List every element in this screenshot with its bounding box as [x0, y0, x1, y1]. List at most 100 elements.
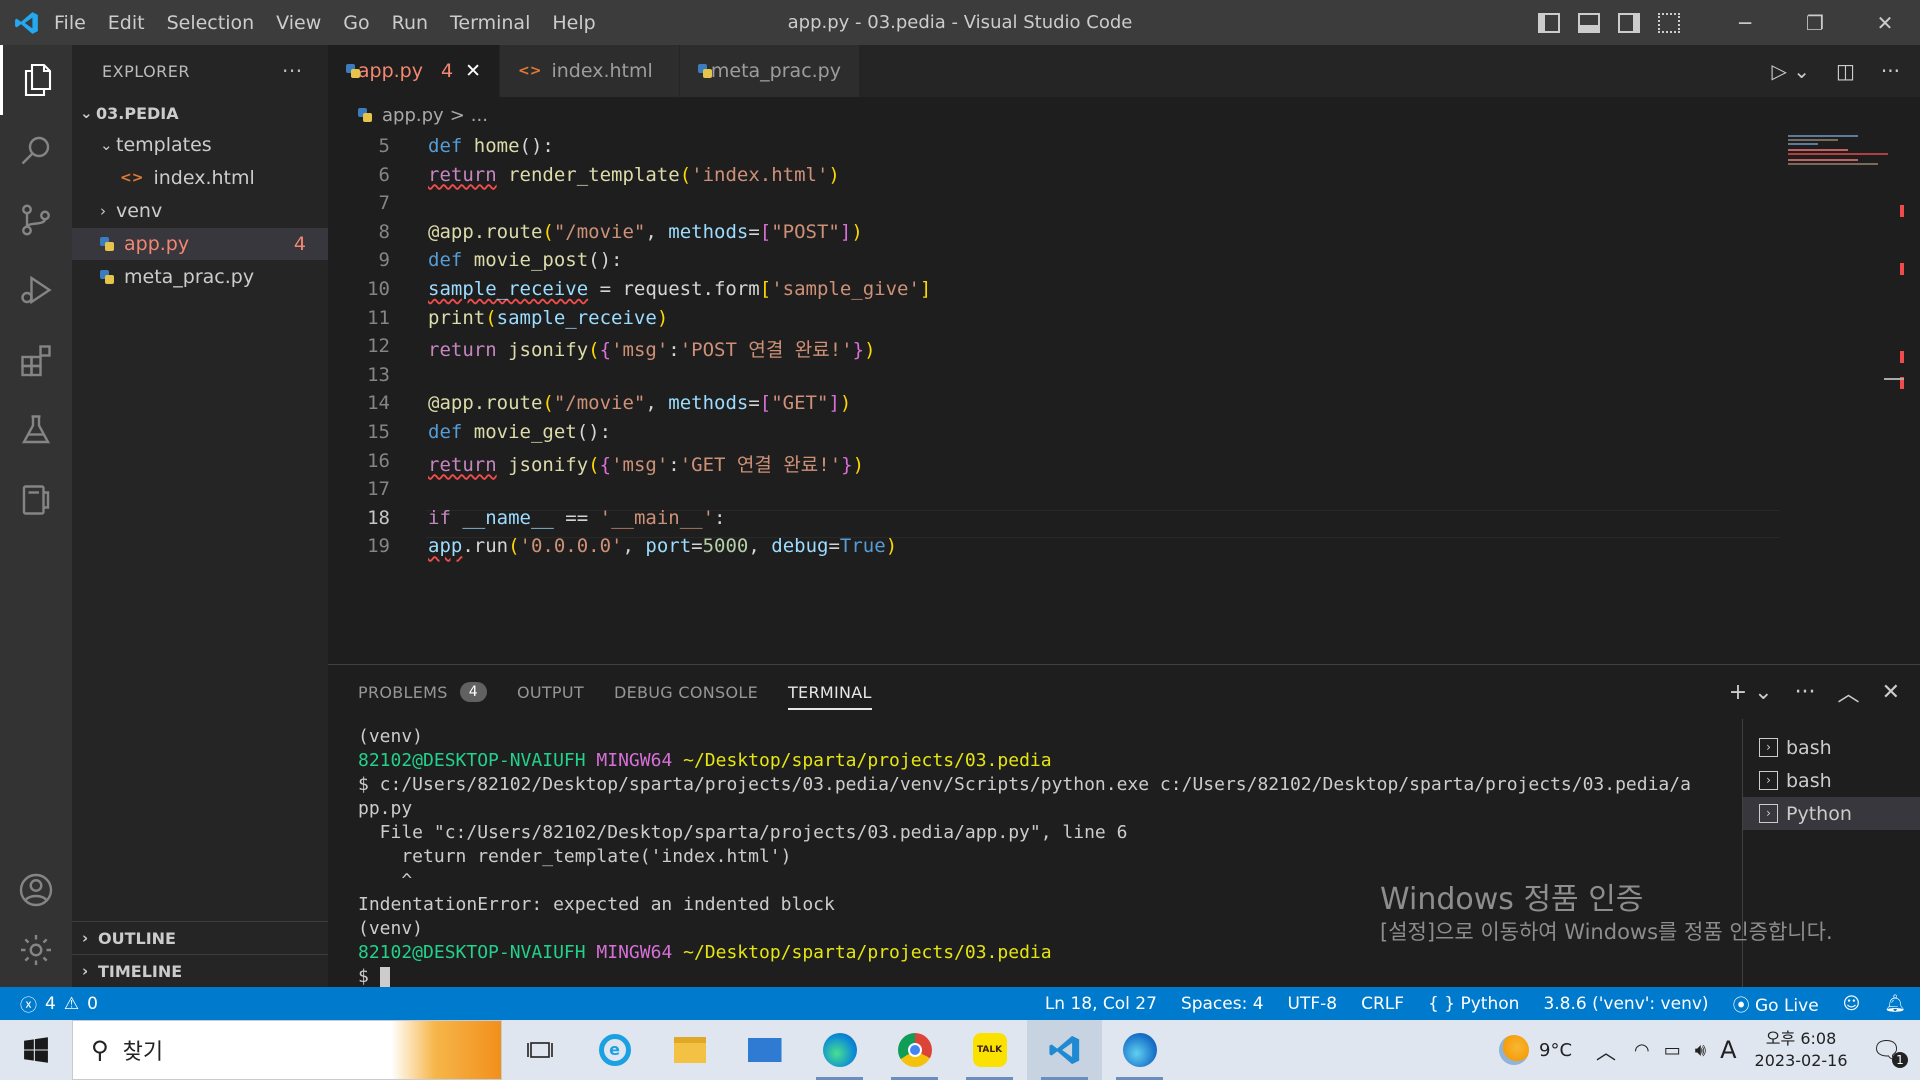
menu-item-run[interactable]: Run — [392, 12, 428, 34]
code-token: = — [691, 535, 703, 558]
terminal-instance-python[interactable]: › Python — [1743, 797, 1920, 830]
menu-item-terminal[interactable]: Terminal — [450, 12, 530, 34]
remote-explorer-icon[interactable] — [0, 465, 72, 535]
code-token: ( — [588, 339, 600, 362]
menu-item-selection[interactable]: Selection — [167, 12, 255, 34]
tab-index-html[interactable]: <> index.html — [500, 45, 680, 97]
feedback-icon[interactable]: ☺ — [1843, 994, 1861, 1014]
volume-icon[interactable]: 🔊︎ — [1695, 1040, 1706, 1061]
explorer-more-icon[interactable]: ··· — [282, 59, 303, 83]
html-icon: <> — [518, 63, 542, 79]
code-token: 'sample_give' — [771, 278, 920, 300]
settings-gear-icon[interactable] — [0, 915, 72, 985]
code-token: : — [668, 339, 680, 362]
indentation[interactable]: Spaces: 4 — [1181, 994, 1264, 1014]
taskbar-search[interactable]: ⚲ 찾기 — [72, 1020, 502, 1080]
code-token: if — [428, 506, 451, 529]
toggle-secondary-sidebar-icon[interactable] — [1618, 12, 1640, 33]
close-window-button[interactable]: ✕ — [1850, 11, 1920, 35]
task-view-icon[interactable] — [502, 1020, 577, 1080]
problems-status[interactable]: ⓧ 4 ⚠ 0 — [20, 991, 98, 1017]
testing-icon[interactable] — [0, 395, 72, 465]
code-token: True — [839, 535, 886, 558]
mail-icon[interactable] — [727, 1020, 802, 1080]
breadcrumb-file[interactable]: app.py — [382, 105, 444, 126]
clock[interactable]: 오후 6:08 2023-02-16 — [1755, 1028, 1848, 1072]
show-hidden-icons-chevron-up-icon[interactable]: ︿ — [1596, 1036, 1616, 1065]
language-mode[interactable]: { } Python — [1428, 994, 1519, 1014]
line-endings[interactable]: CRLF — [1361, 994, 1404, 1014]
run-python-file-icon[interactable]: ▷ ⌄ — [1772, 59, 1811, 83]
edge-icon[interactable] — [802, 1020, 877, 1080]
error-count: 4 — [45, 993, 56, 1014]
toggle-panel-icon[interactable] — [1578, 12, 1600, 33]
minimize-button[interactable]: ─ — [1710, 11, 1780, 35]
panel-more-icon[interactable]: ··· — [1795, 680, 1816, 705]
maximize-panel-icon[interactable]: ︿ — [1838, 676, 1860, 708]
terminal-prompt-user: 82102@DESKTOP-NVAIUFH — [358, 942, 586, 963]
edge-dev-icon[interactable] — [1102, 1020, 1177, 1080]
terminal-instance-bash[interactable]: › bash — [1743, 764, 1920, 797]
panel-tab-debug-console[interactable]: DEBUG CONSOLE — [614, 665, 758, 719]
line-number: 11 — [367, 306, 390, 329]
tree-item-app-py[interactable]: app.py 4 — [72, 228, 328, 260]
menu-item-file[interactable]: File — [54, 12, 86, 34]
folder-root[interactable]: ⌄ 03.PEDIA — [72, 97, 328, 129]
chevron-right-icon: › — [100, 202, 106, 220]
new-terminal-icon[interactable]: + ⌄ — [1729, 680, 1773, 705]
menu-item-view[interactable]: View — [276, 12, 321, 34]
cursor-position[interactable]: Ln 18, Col 27 — [1045, 994, 1157, 1014]
vscode-taskbar-icon[interactable] — [1027, 1020, 1102, 1080]
tree-item-index-html[interactable]: <> index.html — [72, 162, 328, 194]
tree-item-templates[interactable]: ⌄ templates — [72, 129, 328, 161]
code-token: } — [852, 339, 865, 362]
run-debug-icon[interactable] — [0, 255, 72, 325]
tab-meta-prac-py[interactable]: meta_prac.py — [680, 45, 860, 97]
file-explorer-icon[interactable] — [652, 1020, 727, 1080]
panel-tab-output[interactable]: OUTPUT — [517, 665, 584, 719]
menu-item-edit[interactable]: Edit — [108, 12, 145, 34]
restore-button[interactable]: ❐ — [1780, 11, 1850, 35]
breadcrumb-symbols[interactable]: ... — [471, 105, 488, 126]
notification-center-icon[interactable]: 🗨︎ 1 — [1872, 1036, 1908, 1068]
toggle-sidebar-icon[interactable] — [1538, 12, 1560, 33]
editor-more-actions-icon[interactable]: ··· — [1881, 59, 1900, 83]
go-live-button[interactable]: ⦿ Go Live — [1733, 991, 1819, 1016]
code-token: ) — [852, 453, 865, 476]
terminal-output[interactable]: (venv) 82102@DESKTOP-NVAIUFH MINGW64 ~/D… — [358, 725, 1743, 989]
panel-tab-terminal[interactable]: TERMINAL — [787, 676, 872, 710]
outline-section[interactable]: › OUTLINE — [72, 921, 328, 954]
network-wifi-icon[interactable]: ◠ — [1634, 1040, 1650, 1061]
ime-indicator[interactable]: A — [1720, 1036, 1736, 1064]
terminal-line: (venv) — [358, 726, 424, 747]
internet-explorer-icon[interactable]: e — [577, 1020, 652, 1080]
code-token: '__main__' — [599, 506, 715, 529]
battery-icon[interactable]: ▭ — [1664, 1040, 1681, 1061]
close-panel-icon[interactable]: ✕ — [1882, 680, 1900, 705]
weather-temp[interactable]: 9°C — [1539, 1040, 1572, 1061]
timeline-section[interactable]: › TIMELINE — [72, 954, 328, 987]
extensions-icon[interactable] — [0, 325, 72, 395]
code-editor[interactable]: 5 def home(): 6 return render_template('ind… — [328, 133, 1920, 663]
search-icon[interactable] — [0, 115, 72, 185]
menu-item-help[interactable]: Help — [552, 12, 595, 34]
notifications-bell-icon[interactable]: 🔔︎ — [1884, 994, 1906, 1014]
menu-item-go[interactable]: Go — [343, 12, 369, 34]
split-editor-icon[interactable]: ◫ — [1836, 59, 1855, 83]
source-control-icon[interactable] — [0, 185, 72, 255]
encoding[interactable]: UTF-8 — [1288, 994, 1338, 1014]
python-interpreter[interactable]: 3.8.6 ('venv': venv) — [1543, 994, 1708, 1014]
customize-layout-icon[interactable] — [1658, 12, 1680, 33]
tree-item-venv[interactable]: › venv — [72, 195, 328, 227]
tab-app-py[interactable]: app.py 4 ✕ — [328, 45, 500, 97]
minimap[interactable] — [1784, 133, 1904, 663]
tab-close-icon[interactable]: ✕ — [465, 60, 481, 82]
panel-tab-problems[interactable]: PROBLEMS 4 — [358, 665, 487, 719]
kakaotalk-icon[interactable]: TALK — [952, 1020, 1027, 1080]
start-button[interactable] — [0, 1020, 72, 1080]
explorer-icon[interactable] — [0, 45, 72, 115]
chrome-icon[interactable] — [877, 1020, 952, 1080]
terminal-instance-bash[interactable]: › bash — [1743, 731, 1920, 764]
tree-item-meta-prac-py[interactable]: meta_prac.py — [72, 261, 328, 293]
weather-icon[interactable] — [1499, 1035, 1530, 1065]
